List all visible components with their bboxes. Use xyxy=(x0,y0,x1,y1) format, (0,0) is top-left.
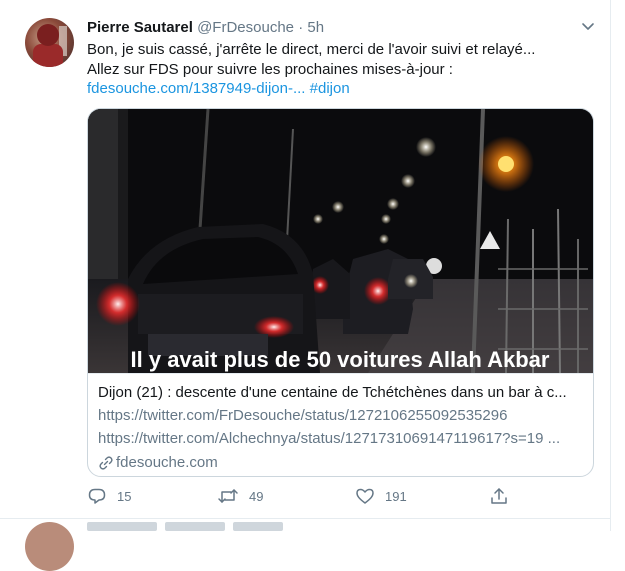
share-button[interactable] xyxy=(489,486,509,506)
author-handle[interactable]: @FrDesouche xyxy=(197,19,294,36)
reply-icon xyxy=(88,488,106,504)
tweet-text-line: Allez sur FDS pour suivre les prochaines… xyxy=(87,60,453,78)
retweet-count: 49 xyxy=(249,488,264,504)
reply-count: 15 xyxy=(117,488,132,504)
avatar[interactable] xyxy=(25,18,74,67)
tweet-actions: 15 49 191 xyxy=(87,486,517,506)
tweet-link[interactable]: fdesouche.com/1387949-dijon-... xyxy=(87,80,305,97)
timeline-feed: Pierre Sautarel @FrDesouche · 5h Bon, je… xyxy=(0,0,611,571)
author-name[interactable]: Pierre Sautarel xyxy=(87,19,193,36)
card-title: Dijon (21) : descente d'une centaine de … xyxy=(98,384,567,401)
card-domain-text: fdesouche.com xyxy=(116,454,218,471)
like-button[interactable]: 191 xyxy=(355,486,407,506)
retweet-button[interactable]: 49 xyxy=(217,486,263,506)
card-description-line: https://twitter.com/Alchechnya/status/12… xyxy=(98,430,561,447)
night-street-image: Il y avait plus de 50 voitures Allah Akb… xyxy=(88,109,593,373)
avatar[interactable] xyxy=(25,522,74,571)
card-domain: fdesouche.com xyxy=(98,454,218,471)
video-caption: Il y avait plus de 50 voitures Allah Akb… xyxy=(131,347,550,372)
like-icon xyxy=(356,488,374,504)
card-image[interactable]: Il y avait plus de 50 voitures Allah Akb… xyxy=(88,109,593,373)
separator: · xyxy=(298,19,304,36)
retweet-icon xyxy=(218,489,238,503)
card-body[interactable]: Dijon (21) : descente d'une centaine de … xyxy=(88,373,593,476)
link-icon xyxy=(99,455,113,470)
timestamp[interactable]: 5h xyxy=(307,19,324,36)
reply-button[interactable]: 15 xyxy=(87,486,131,506)
tweet-header: Pierre Sautarel @FrDesouche · 5h xyxy=(87,19,324,36)
like-count: 191 xyxy=(385,488,407,504)
tweet-text-line: Bon, je suis cassé, j'arrête le direct, … xyxy=(87,41,536,58)
caret-down-icon[interactable] xyxy=(580,18,596,34)
hashtag-link[interactable]: #dijon xyxy=(310,80,350,97)
card-description-line: https://twitter.com/FrDesouche/status/12… xyxy=(98,407,508,424)
tweet-text: Bon, je suis cassé, j'arrête le direct, … xyxy=(87,40,597,99)
share-icon xyxy=(491,488,507,504)
tweet[interactable]: Pierre Sautarel @FrDesouche · 5h Bon, je… xyxy=(0,0,610,519)
next-tweet-header xyxy=(87,522,327,531)
link-card[interactable]: Il y avait plus de 50 voitures Allah Akb… xyxy=(87,108,594,477)
